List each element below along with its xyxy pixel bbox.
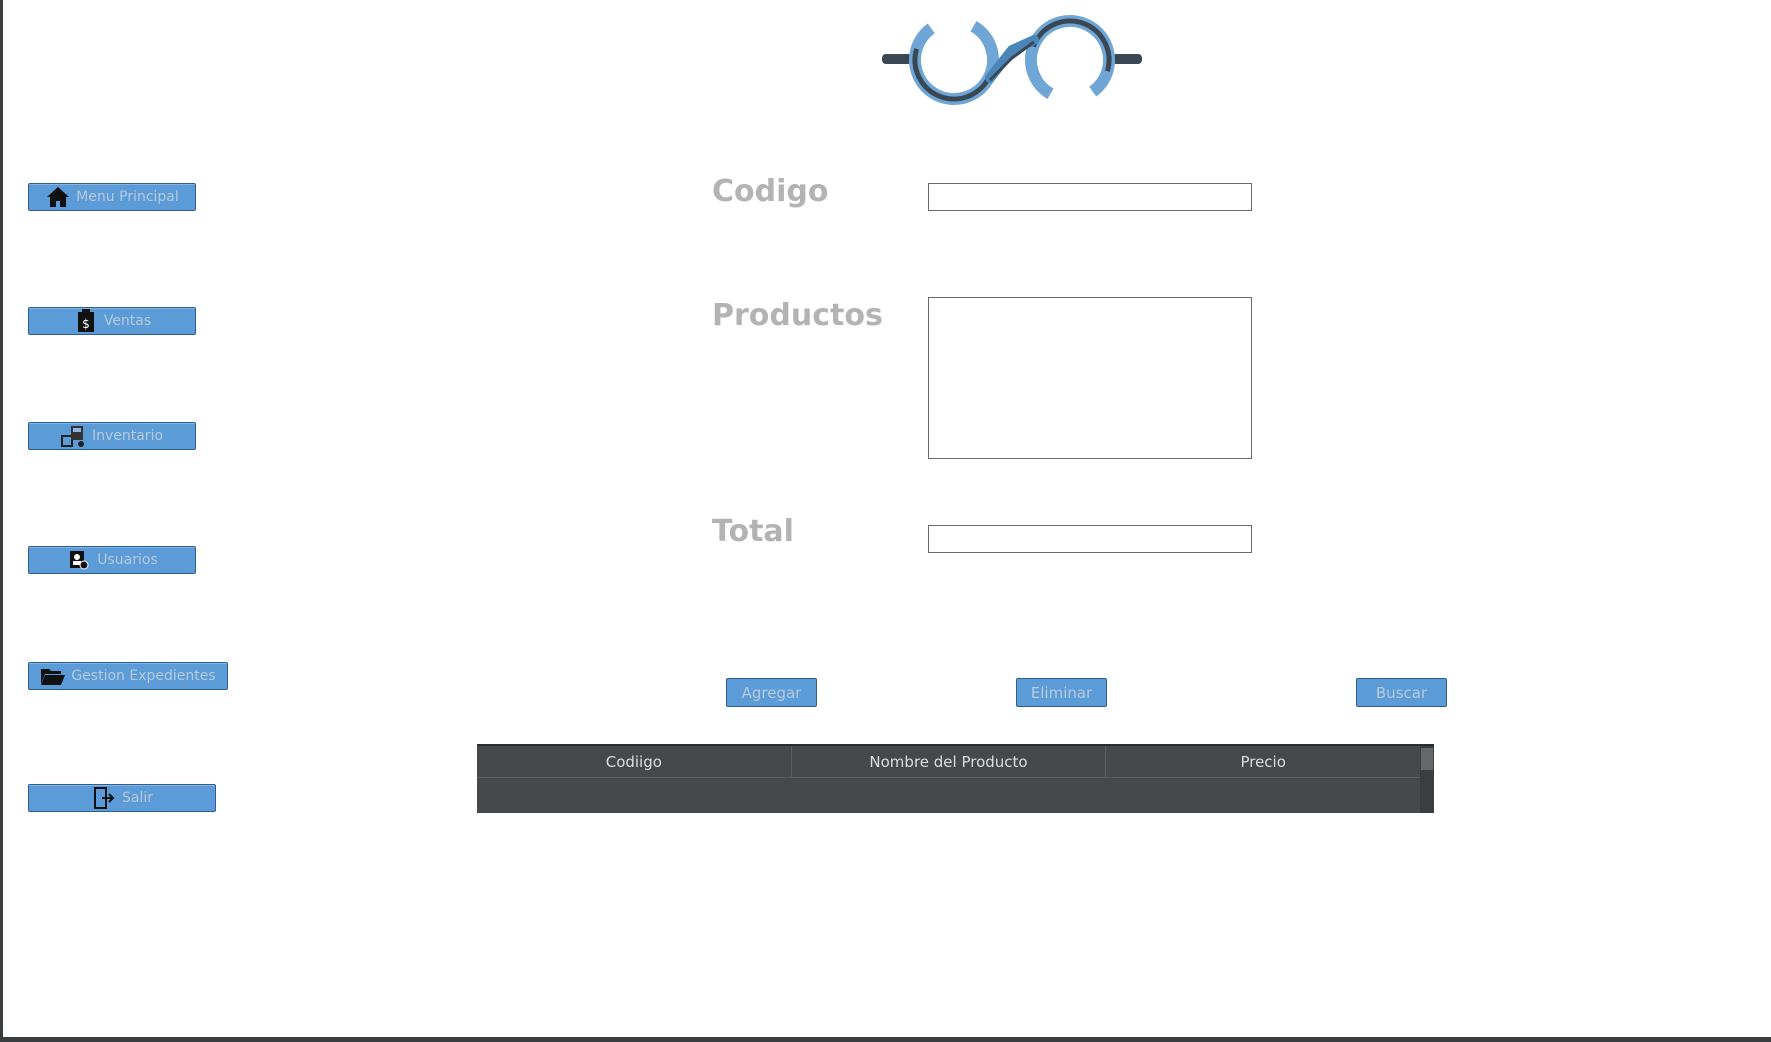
total-input[interactable] bbox=[928, 525, 1252, 553]
column-header-nombre[interactable]: Nombre del Producto bbox=[792, 746, 1107, 777]
menu-principal-button[interactable]: Menu Principal bbox=[28, 183, 196, 211]
ventas-label: Ventas bbox=[103, 313, 152, 329]
products-table[interactable]: Codiigo Nombre del Producto Precio bbox=[477, 744, 1434, 813]
table-scrollbar-thumb[interactable] bbox=[1421, 748, 1433, 770]
exit-icon bbox=[91, 786, 117, 810]
productos-label: Productos bbox=[712, 298, 883, 333]
user-document-icon bbox=[66, 548, 92, 572]
column-header-precio[interactable]: Precio bbox=[1106, 746, 1420, 777]
usuarios-label: Usuarios bbox=[97, 552, 158, 568]
window-bottom-border bbox=[0, 1037, 1771, 1042]
logo bbox=[882, 10, 1142, 110]
table-scrollbar[interactable] bbox=[1420, 746, 1434, 813]
gestion-expedientes-label: Gestion Expedientes bbox=[71, 668, 216, 684]
gestion-expedientes-button[interactable]: Gestion Expedientes bbox=[28, 662, 228, 690]
eliminar-button[interactable]: Eliminar bbox=[1016, 678, 1107, 707]
folder-open-icon bbox=[40, 664, 66, 688]
table-header: Codiigo Nombre del Producto Precio bbox=[477, 746, 1420, 778]
window-left-border bbox=[0, 0, 3, 1042]
inventario-button[interactable]: Inventario bbox=[28, 422, 196, 450]
column-header-codigo[interactable]: Codiigo bbox=[477, 746, 792, 777]
total-label: Total bbox=[712, 514, 794, 549]
productos-textarea[interactable] bbox=[928, 297, 1252, 459]
svg-text:$: $ bbox=[82, 317, 90, 331]
agregar-button[interactable]: Agregar bbox=[726, 678, 817, 707]
menu-principal-label: Menu Principal bbox=[76, 189, 179, 205]
clipboard-dollar-icon: $ bbox=[73, 309, 99, 333]
salir-label: Salir bbox=[121, 790, 153, 806]
usuarios-button[interactable]: Usuarios bbox=[28, 546, 196, 574]
inventario-label: Inventario bbox=[91, 428, 164, 444]
codigo-input[interactable] bbox=[928, 183, 1252, 211]
inventory-icon bbox=[60, 424, 87, 448]
salir-button[interactable]: Salir bbox=[28, 784, 216, 812]
codigo-label: Codigo bbox=[712, 174, 829, 209]
ventas-button[interactable]: $ Ventas bbox=[28, 307, 196, 335]
home-icon bbox=[45, 185, 71, 209]
buscar-button[interactable]: Buscar bbox=[1356, 678, 1447, 707]
